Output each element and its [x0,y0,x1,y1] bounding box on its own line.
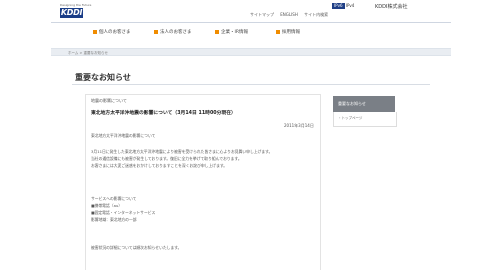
nav-item-personal[interactable]: 個人のお客さま [93,29,131,35]
body-line: 当社の通信設備にも被害が発生しております。復旧に全力を挙げて取り組んでおります。 [91,156,242,161]
global-nav: 個人のお客さま 法人のお客さま 企業・IR情報 採用情報 [51,26,451,40]
body-line: サービスへの影響について [91,196,137,201]
top-link-sitemap[interactable]: サイトマップ [250,12,274,17]
content-panel [85,94,321,270]
body-line: ■固定電話・インターネットサービス [91,210,156,215]
sidebar-item-top[interactable]: ・トップページ [338,116,362,121]
header-divider [51,22,451,23]
body-line: 被害状況の詳細については順次お知らせいたします。 [91,245,182,250]
body-line: 3月11日に発生した東北地方太平洋沖地震により被害を受けられた皆さまに心よりお見… [91,149,273,154]
ipv6-badge: IPv6 [332,3,345,9]
kddi-logo[interactable]: KDDI [60,8,83,18]
top-border [51,0,451,2]
corporate-name[interactable]: KDDI株式会社 [375,3,407,10]
page-title: 重要なお知らせ [75,73,131,82]
notice-date: 2011年3月14日 [284,123,314,128]
nav-item-corporate[interactable]: 企業・IR情報 [215,29,248,35]
body-line: 影響地域：東北地方の一部 [91,217,137,222]
top-links: サイトマップ ENGLISH サイト内検索 [250,12,333,18]
body-line: お客さまには大変ご迷惑をおかけしておりますことを深くお詫び申し上げます。 [91,163,228,168]
body-line: ■携帯電話（au） [91,203,123,208]
breadcrumb[interactable]: ホーム > 重要なお知らせ [51,48,451,56]
notice-headline: 東北地方太平洋沖地震の影響について（3月14日 11時00分現在） [91,111,236,116]
title-divider [72,84,430,85]
nav-item-recruit[interactable]: 採用情報 [276,29,300,35]
top-link-english[interactable]: ENGLISH [280,12,298,17]
sidebar-heading[interactable]: 重要なお知らせ [333,96,395,112]
ipv6-indicator: IPv6 IPv4 [332,3,354,9]
notice-category: 地震の影響について [91,98,127,103]
body-line: 東北地方太平洋沖地震の影響について [91,133,156,138]
ipv4-label: IPv4 [345,3,355,8]
logo-tagline: Designing the Future [60,3,92,7]
top-link-search[interactable]: サイト内検索 [304,12,328,17]
nav-item-business[interactable]: 法人のお客さま [154,29,192,35]
